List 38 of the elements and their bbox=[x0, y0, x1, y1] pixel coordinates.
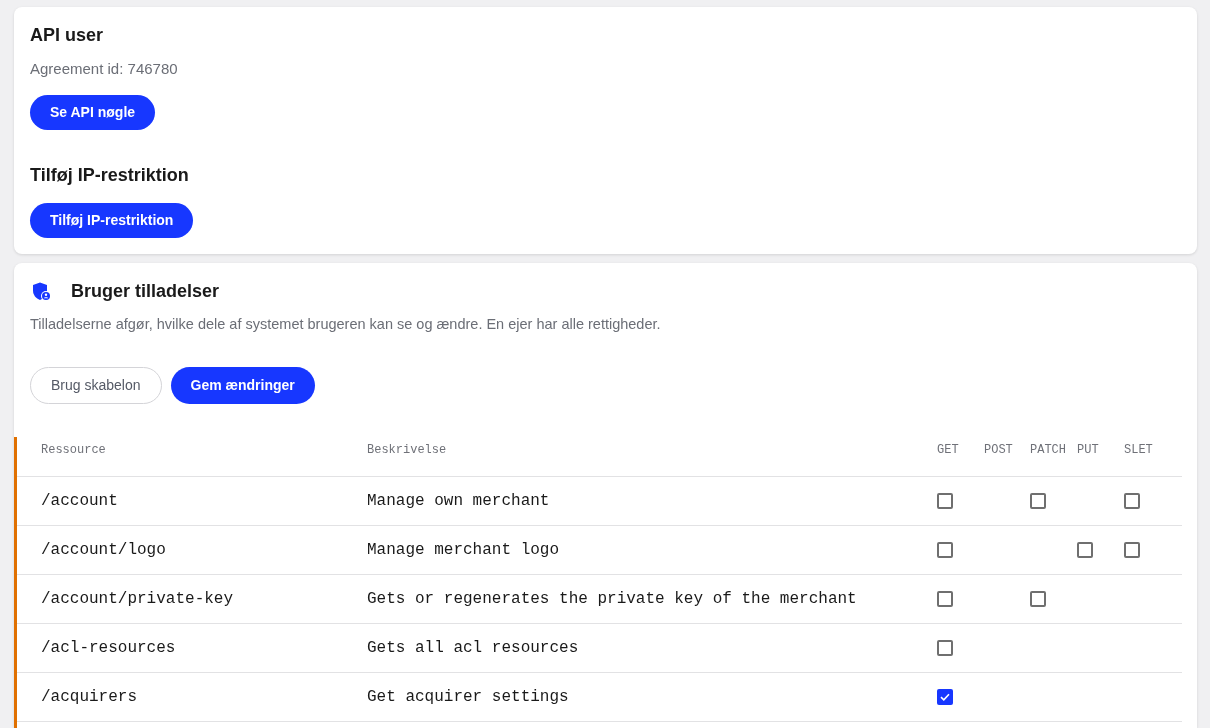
agreement-id: Agreement id: 746780 bbox=[30, 59, 179, 79]
column-header: GET bbox=[937, 442, 960, 458]
checkbox[interactable] bbox=[937, 640, 953, 656]
resource-path: /account/logo bbox=[41, 540, 167, 561]
section-description: Tilladelserne afgør, hvilke dele af systemet brugeren kan se og ændre. En ejer har alle rettigheder. bbox=[29, 315, 662, 334]
shield-user-icon bbox=[32, 281, 51, 301]
column-header: Ressource bbox=[41, 442, 107, 458]
checkbox[interactable] bbox=[1030, 591, 1046, 607]
checkbox[interactable] bbox=[1030, 493, 1046, 509]
add-ip-restriction-button[interactable]: Tilføj IP-restriktion bbox=[30, 203, 194, 238]
resource-path: /account/private-key bbox=[41, 589, 235, 610]
checkbox[interactable] bbox=[937, 493, 953, 509]
checkbox[interactable] bbox=[937, 542, 953, 558]
view-api-key-button[interactable]: Se API nøgle bbox=[30, 95, 156, 130]
resource-description: Gets or regenerates the private key of the merchant bbox=[367, 589, 858, 610]
column-header: Beskrivelse bbox=[367, 442, 448, 458]
checked-checkbox[interactable] bbox=[937, 689, 953, 705]
resource-path: /account bbox=[41, 491, 119, 512]
template-button[interactable]: Brug skabelon bbox=[30, 367, 162, 404]
checkbox[interactable] bbox=[1077, 542, 1093, 558]
column-header: POST bbox=[984, 442, 1014, 458]
checkbox[interactable] bbox=[1124, 493, 1140, 509]
resource-description: Get acquirer settings bbox=[367, 687, 570, 708]
checkbox[interactable] bbox=[937, 591, 953, 607]
resource-description: Manage own merchant bbox=[367, 491, 551, 512]
section-title: Bruger tilladelser bbox=[71, 280, 220, 303]
resource-description: Manage merchant logo bbox=[367, 540, 561, 561]
column-header: PATCH bbox=[1030, 442, 1067, 458]
resource-description: Gets all acl resources bbox=[367, 638, 580, 659]
save-button[interactable]: Gem ændringer bbox=[170, 367, 315, 404]
resource-path: /acl-resources bbox=[41, 638, 177, 659]
section-title: Tilføj IP-restriktion bbox=[30, 164, 190, 187]
checkmark-icon bbox=[940, 693, 950, 701]
column-header: SLET bbox=[1124, 442, 1154, 458]
resource-path: /acquirers bbox=[41, 687, 138, 708]
column-header: PUT bbox=[1077, 442, 1100, 458]
checkbox[interactable] bbox=[1124, 542, 1140, 558]
section-title: API user bbox=[30, 24, 105, 47]
